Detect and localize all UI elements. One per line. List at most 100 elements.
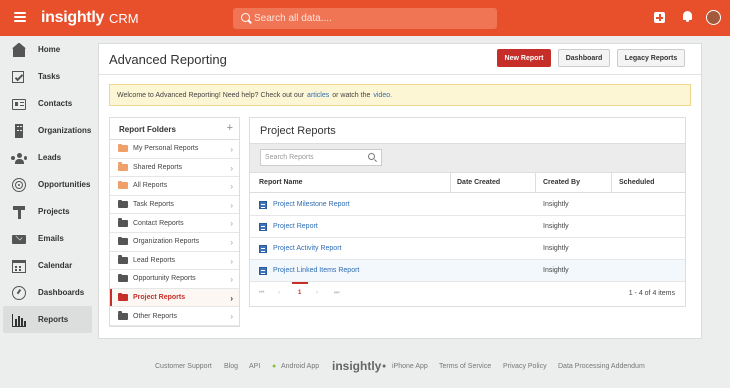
sidebar-item-projects[interactable]: Projects [3,198,92,225]
footer-link-customer-support[interactable]: Customer Support [155,363,212,370]
report-name-link[interactable]: Project Report [273,223,318,230]
sidebar-item-opportunities[interactable]: Opportunities [3,171,92,198]
reports-icon [11,313,27,327]
next-page-button[interactable]: › [316,290,318,296]
sidebar-item-calendar[interactable]: Calendar [3,252,92,279]
folder-icon [118,273,128,283]
report-folders-panel: Report Folders + My Personal Reports › Sha… [109,117,240,327]
page-title: Advanced Reporting [109,52,227,67]
notifications-bell-icon[interactable] [682,11,693,23]
reports-panel: Project Reports Search Reports Report Na… [249,117,686,307]
chevron-right-icon: › [230,237,233,247]
chevron-right-icon: › [230,219,233,229]
new-report-button[interactable]: New Report [497,49,551,67]
table-row[interactable]: Project Milestone Report Insightly [250,194,685,216]
folder-item[interactable]: Organization Reports › [110,233,239,252]
global-search-input[interactable]: Search all data.... [233,8,497,29]
sidebar-item-dashboards[interactable]: Dashboards [3,279,92,306]
sidebar-item-emails[interactable]: Emails [3,225,92,252]
footer-link-android-app[interactable]: Android App [281,363,319,370]
chevron-right-icon: › [230,145,233,154]
sidebar-item-label: Contacts [38,99,73,108]
add-folder-icon[interactable]: + [227,122,233,134]
search-icon[interactable] [368,153,375,160]
column-header-scheduled[interactable]: Scheduled [619,179,654,186]
folder-item[interactable]: Shared Reports › [110,159,239,178]
chevron-right-icon: › [230,312,233,322]
chevron-right-icon: › [230,200,233,210]
column-divider [611,173,612,193]
folder-icon [118,199,128,209]
folder-icon [118,255,128,264]
sidebar-item-organizations[interactable]: Organizations [3,117,92,144]
sidebar-item-label: Tasks [38,72,61,81]
folder-item[interactable]: Opportunity Reports › [110,270,239,289]
report-name-link[interactable]: Project Milestone Report [273,201,350,208]
folder-item[interactable]: My Personal Reports › [110,140,239,159]
column-header-date-created[interactable]: Date Created [457,179,500,186]
folder-item[interactable]: Contact Reports › [110,214,239,233]
tasks-icon [11,70,27,84]
folder-item-label: Opportunity Reports [133,275,196,283]
prev-page-button[interactable]: ‹ [278,290,280,296]
report-created-by: Insightly [543,245,569,252]
folder-item-label: My Personal Reports [133,145,199,153]
sidebar-item-home[interactable]: Home [3,36,92,63]
articles-link[interactable]: articles [307,92,329,99]
sidebar-item-label: Dashboards [38,288,85,297]
header-divider [99,74,701,75]
folder-icon [118,218,128,227]
sidebar-item-leads[interactable]: Leads [3,144,92,171]
chevron-right-icon: › [230,256,233,266]
top-bar: insightly CRM Search all data.... [0,0,730,36]
report-folders-header: Report Folders + [110,118,239,140]
reports-panel-title: Project Reports [260,125,336,137]
folder-item[interactable]: Task Reports › [110,196,239,215]
folder-item[interactable]: Project Reports › [110,288,239,308]
table-row[interactable]: Project Linked Items Report Insightly [250,260,685,282]
footer-link-data-processing-addendum[interactable]: Data Processing Addendum [558,363,645,370]
report-name-link[interactable]: Project Linked Items Report [273,267,359,274]
user-avatar[interactable] [706,10,721,25]
report-created-by: Insightly [543,201,569,208]
folder-item[interactable]: Other Reports › [110,307,239,326]
quick-add-icon[interactable] [654,12,665,23]
sidebar-item-tasks[interactable]: Tasks [3,63,92,90]
folder-icon [118,162,128,171]
insightly-logo[interactable]: insightly [41,9,104,27]
column-divider [535,173,536,193]
footer-link-blog[interactable]: Blog [224,363,238,370]
hamburger-menu-icon[interactable] [14,12,26,22]
table-row[interactable]: Project Activity Report Insightly [250,238,685,260]
sidebar-item-contacts[interactable]: Contacts [3,90,92,117]
column-header-created-by[interactable]: Created By [543,179,580,186]
dashboard-button[interactable]: Dashboard [558,49,610,67]
video-link[interactable]: video. [373,92,392,99]
folder-icon [118,180,128,190]
folder-item-label: Task Reports [133,201,174,209]
footer: Customer Support Blog API ● Android App … [0,357,730,377]
page-number-button[interactable]: 1 [298,290,301,296]
first-page-button[interactable]: ⏮ [259,290,264,297]
footer-insightly-logo[interactable]: insightly [332,359,381,373]
report-search-input[interactable]: Search Reports [260,149,382,166]
folder-item-label: Organization Reports [133,238,200,246]
main-card: Advanced Reporting New Report Dashboard … [98,43,702,339]
folder-item[interactable]: Lead Reports › [110,252,239,271]
last-page-button[interactable]: ⏭ [334,290,339,297]
legacy-reports-button[interactable]: Legacy Reports [617,49,685,67]
footer-link-privacy-policy[interactable]: Privacy Policy [503,363,547,370]
report-name-link[interactable]: Project Activity Report [273,245,341,252]
footer-link-api[interactable]: API [249,363,260,370]
report-icon [259,267,267,275]
folder-item[interactable]: All Reports › [110,177,239,196]
sidebar-item-reports[interactable]: Reports [3,306,92,333]
sidebar-nav: Home Tasks Contacts Organizations Leads … [0,36,96,388]
column-header-report-name[interactable]: Report Name [259,179,303,186]
home-icon [11,42,27,57]
footer-link-iphone-app[interactable]: iPhone App [392,363,428,370]
table-row[interactable]: Project Report Insightly [250,216,685,238]
footer-link-terms-of-service[interactable]: Terms of Service [439,363,491,370]
reports-table-header: Report Name Date Created Created By Sche… [250,173,685,193]
apple-icon: ● [382,363,387,370]
